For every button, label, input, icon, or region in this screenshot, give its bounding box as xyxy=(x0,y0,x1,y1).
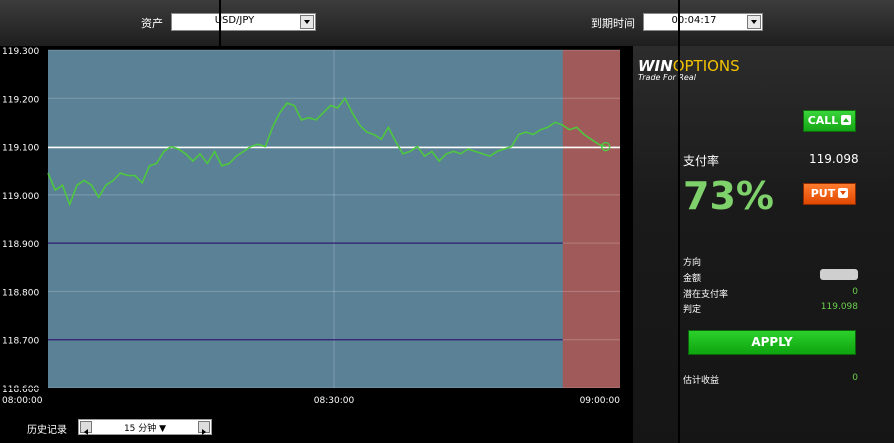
divider-line xyxy=(219,0,221,46)
y-tick-label: 118.800 xyxy=(2,288,39,298)
chevron-left-icon xyxy=(84,429,88,435)
put-button[interactable]: PUT xyxy=(803,183,856,205)
apply-button[interactable]: APPLY xyxy=(688,330,856,355)
expiry-select[interactable]: 00:04:17 xyxy=(643,13,763,31)
payout-percent: 73% xyxy=(683,174,774,218)
strike-row: 判定 119.098 xyxy=(683,302,858,315)
history-bar: 历史记录 15 分钟 ▼ xyxy=(0,411,633,443)
expiry-zone xyxy=(562,50,620,388)
chevron-down-icon[interactable] xyxy=(300,15,314,29)
chart-svg: 119.300 119.200 119.100 119.000 118.900 118.8… xyxy=(0,47,633,406)
x-tick-label: 08:00:00 xyxy=(2,396,43,406)
y-tick-label: 119.300 xyxy=(2,47,39,57)
top-bar: 资产 USD/JPY 到期时间 00:04:17 xyxy=(0,0,894,46)
expiry-value: 00:04:17 xyxy=(671,15,717,26)
amount-input[interactable] xyxy=(820,269,858,280)
price-chart: 119.300 119.200 119.100 119.000 118.900 118.8… xyxy=(0,46,633,411)
history-label: 历史记录 xyxy=(27,425,67,436)
y-tick-label: 118.700 xyxy=(2,337,39,347)
y-tick-label: 119.100 xyxy=(2,144,39,154)
y-tick-label: 119.000 xyxy=(2,192,39,202)
brand-logo: WINOPTIONS Trade For Real xyxy=(638,56,740,82)
expiry-label: 到期时间 xyxy=(591,17,635,30)
trade-panel: WINOPTIONS Trade For Real CALL 支付率 119.0… xyxy=(633,46,894,443)
potential-row: 潜在支付率 0 xyxy=(683,287,858,300)
interval-stepper[interactable]: 15 分钟 ▼ xyxy=(78,419,212,435)
next-interval-button[interactable] xyxy=(198,421,210,435)
direction-row: 方向 xyxy=(683,258,702,268)
chevron-right-icon xyxy=(202,429,206,435)
y-tick-label: 118.600 xyxy=(2,385,39,395)
amount-row: 金额 xyxy=(683,269,858,284)
asset-label: 资产 xyxy=(141,17,163,30)
x-tick-label: 09:00:00 xyxy=(580,396,621,406)
asset-value: USD/JPY xyxy=(214,15,255,26)
arrow-up-icon xyxy=(841,115,852,125)
interval-value: 15 分钟 ▼ xyxy=(123,424,167,434)
prev-interval-button[interactable] xyxy=(80,421,92,435)
estimated-row: 估计收益 0 xyxy=(683,373,858,386)
arrow-down-icon xyxy=(838,188,849,198)
payout-label: 支付率 xyxy=(683,154,720,168)
y-tick-label: 118.900 xyxy=(2,240,39,250)
chevron-down-icon[interactable] xyxy=(747,15,761,29)
current-price: 119.098 xyxy=(809,152,859,166)
y-tick-label: 119.200 xyxy=(2,95,39,105)
call-button[interactable]: CALL xyxy=(803,110,856,132)
x-tick-label: 08:30:00 xyxy=(314,396,355,406)
divider-line xyxy=(678,0,680,443)
asset-select[interactable]: USD/JPY xyxy=(171,13,316,31)
